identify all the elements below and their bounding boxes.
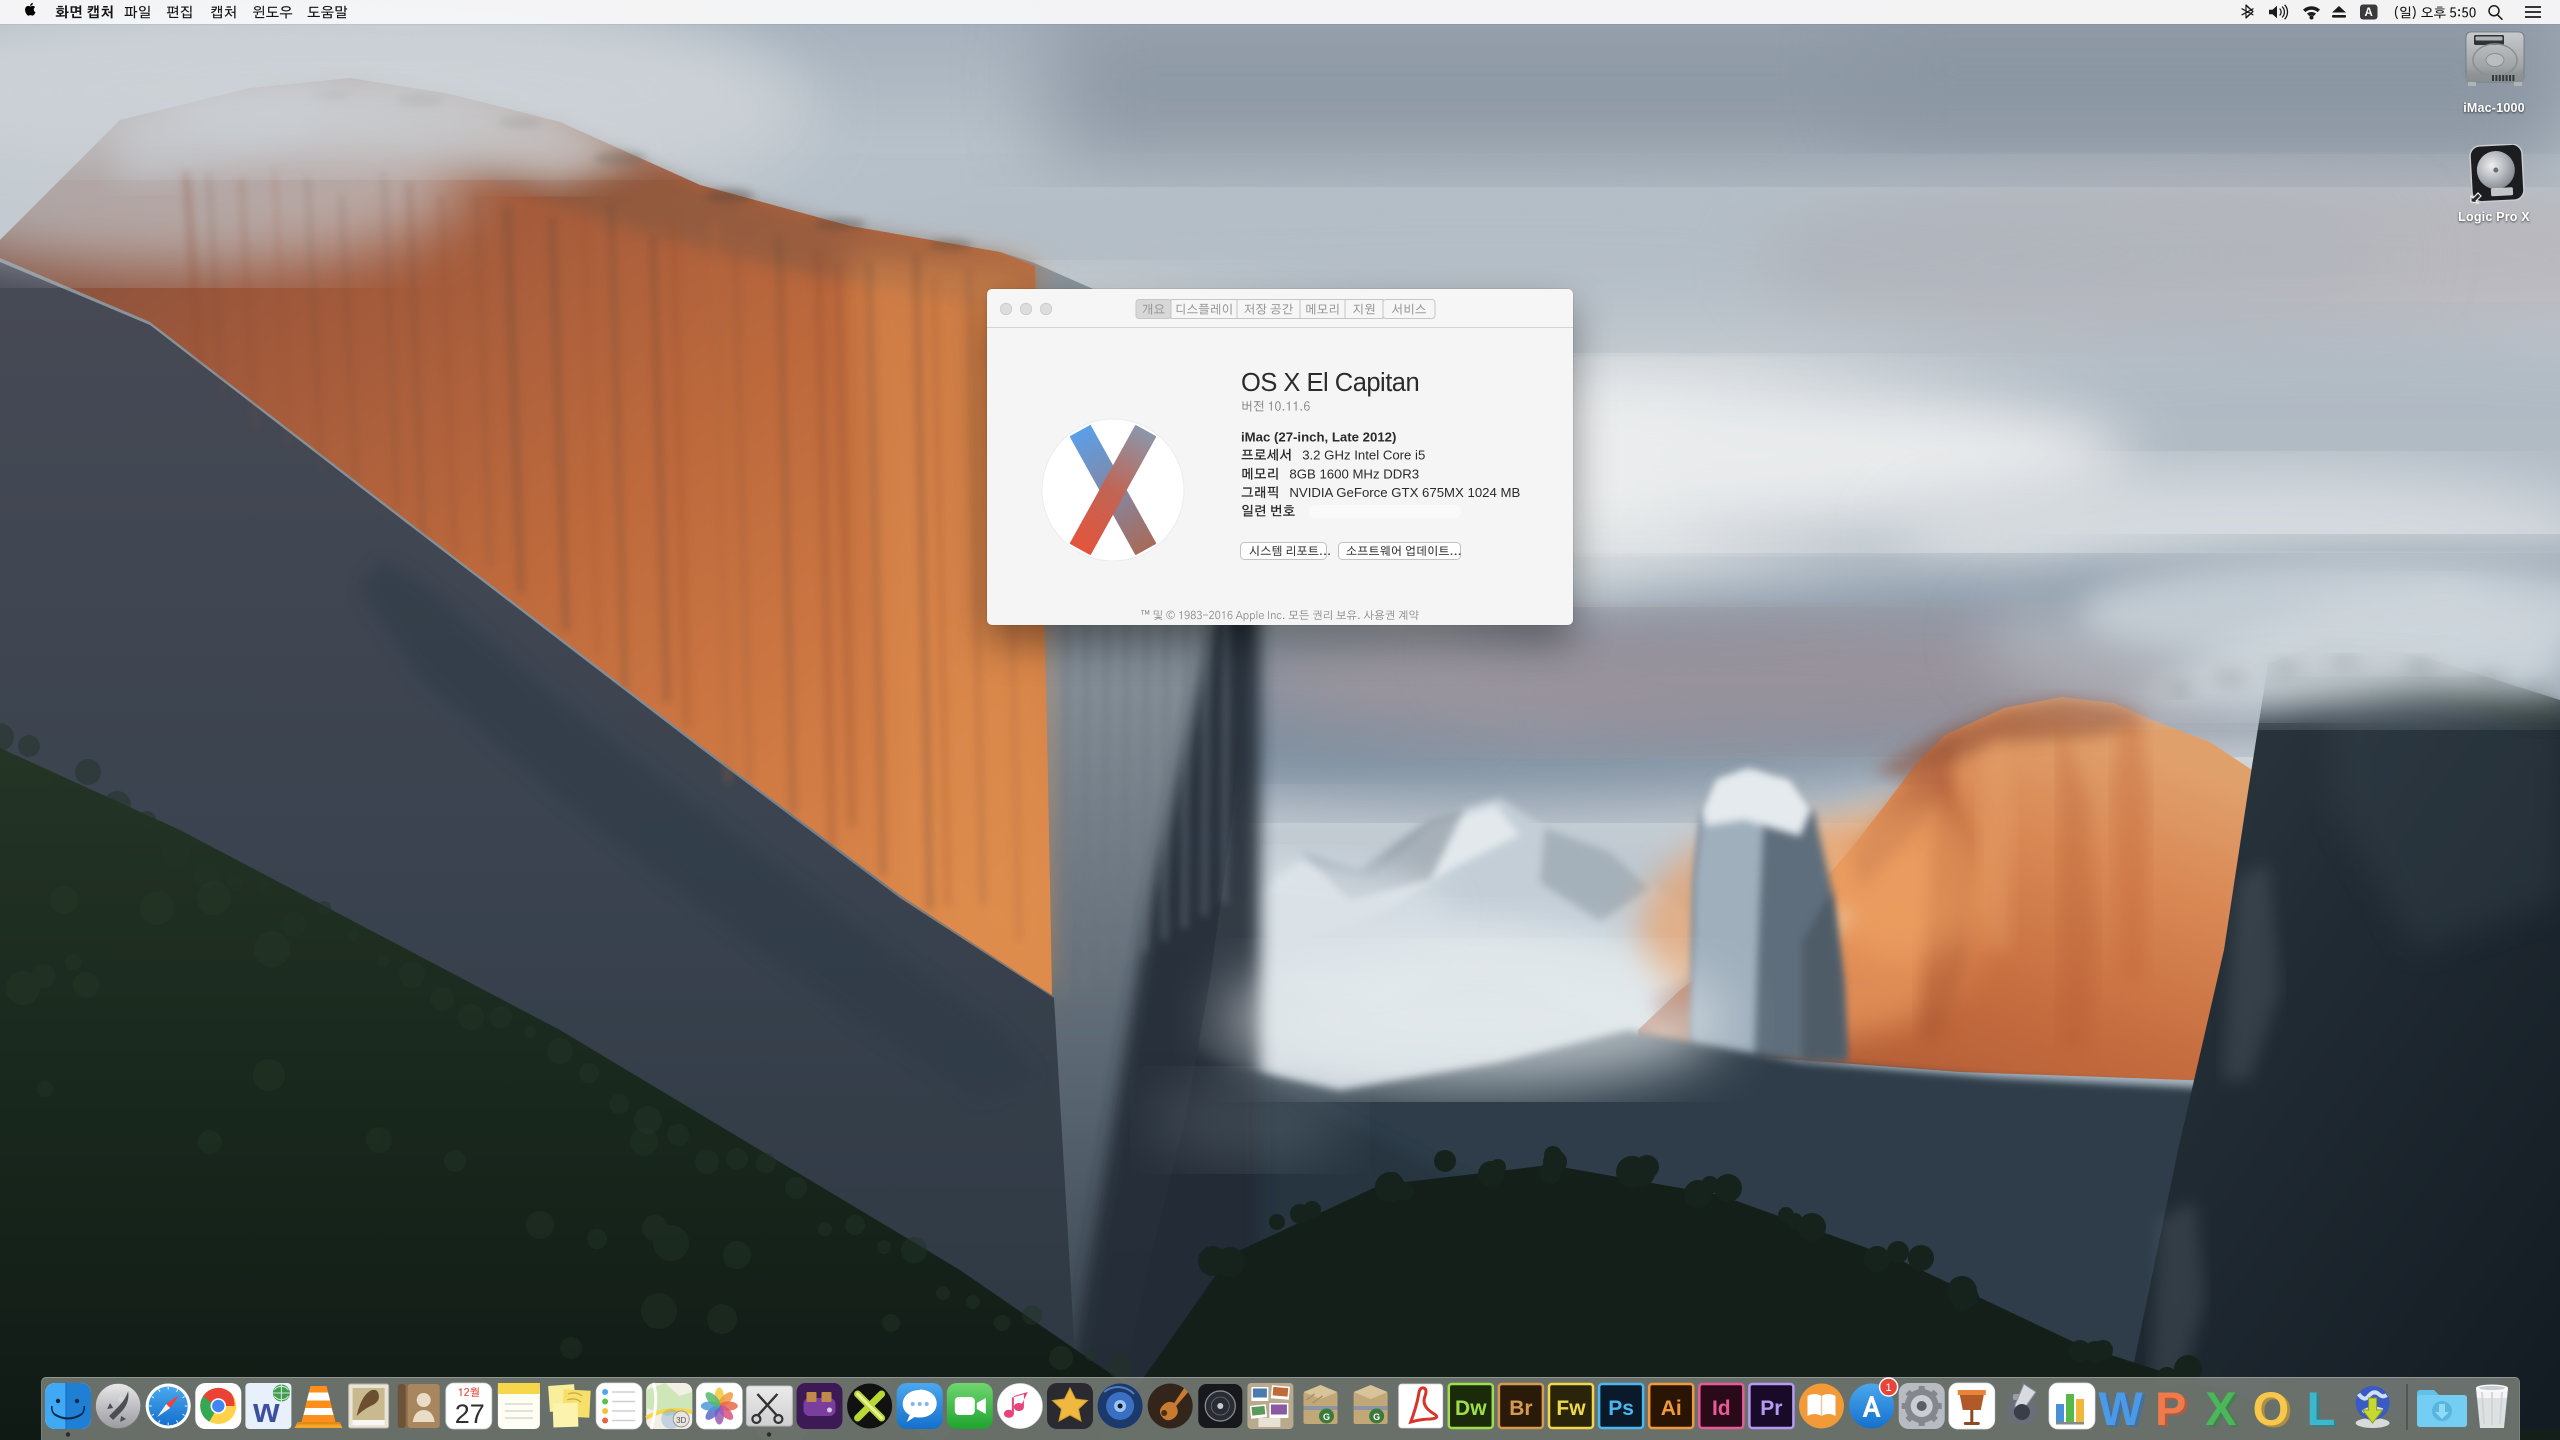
svg-text:1: 1 xyxy=(1886,1382,1892,1394)
svg-text:P: P xyxy=(2155,1382,2186,1435)
svg-text:G: G xyxy=(1323,1412,1330,1422)
svg-text:OS X El Capitan: OS X El Capitan xyxy=(1241,369,1419,397)
svg-text:NVIDIA GeForce GTX 675MX 1024: NVIDIA GeForce GTX 675MX 1024 MB xyxy=(1289,485,1520,500)
svg-text:Id: Id xyxy=(1712,1397,1731,1420)
svg-text:W: W xyxy=(2098,1382,2143,1435)
svg-text:O: O xyxy=(2253,1382,2290,1435)
svg-text:L: L xyxy=(2307,1382,2336,1435)
svg-text:G: G xyxy=(1373,1412,1380,1422)
svg-text:Fw: Fw xyxy=(1556,1397,1586,1420)
svg-text:iMac (27-inch, Late 2012): iMac (27-inch, Late 2012) xyxy=(1241,430,1396,445)
svg-text:Dw: Dw xyxy=(1455,1397,1487,1420)
svg-text:Ps: Ps xyxy=(1608,1397,1634,1420)
svg-text:8GB 1600 MHz DDR3: 8GB 1600 MHz DDR3 xyxy=(1289,467,1419,482)
svg-text:X: X xyxy=(2205,1382,2236,1435)
svg-text:Br: Br xyxy=(1509,1397,1532,1420)
svg-text:Ai: Ai xyxy=(1661,1397,1682,1420)
svg-text:Pr: Pr xyxy=(1760,1397,1782,1420)
svg-text:27: 27 xyxy=(455,1399,485,1429)
svg-text:A: A xyxy=(2365,7,2373,19)
svg-text:3.2 GHz Intel Core i5: 3.2 GHz Intel Core i5 xyxy=(1302,448,1425,463)
svg-text:3D: 3D xyxy=(676,1416,686,1425)
